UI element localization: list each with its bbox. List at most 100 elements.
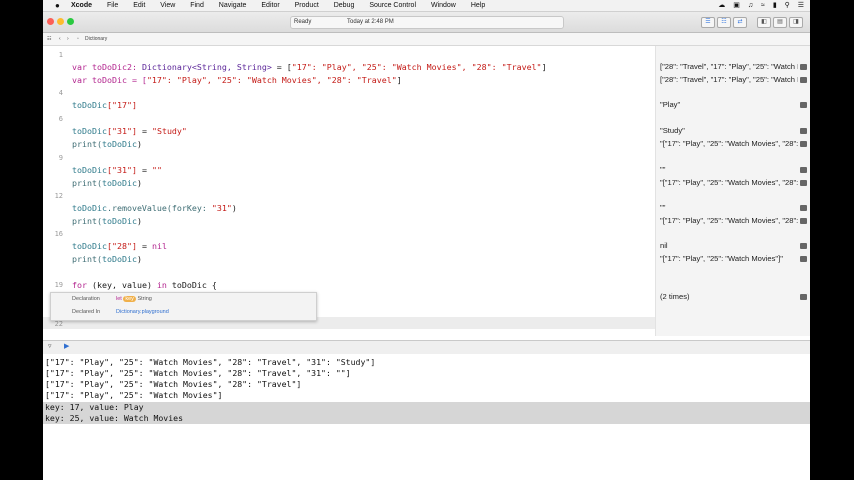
- quick-look-icon[interactable]: [800, 243, 807, 249]
- quick-look-icon[interactable]: [800, 294, 807, 300]
- related-items-icon[interactable]: ☷: [47, 33, 51, 45]
- activity-time: Today at 2:48 PM: [347, 19, 394, 25]
- zoom-window-button[interactable]: [67, 18, 74, 25]
- quick-look-icon[interactable]: [800, 141, 807, 147]
- code-line[interactable]: for (key, value) in toDoDic {: [72, 280, 217, 290]
- code-line[interactable]: print(toDoDic): [72, 216, 142, 226]
- quick-look-icon[interactable]: [800, 167, 807, 173]
- quick-look-icon[interactable]: [800, 218, 807, 224]
- result-value: "": [660, 165, 666, 174]
- declared-in-label: Declared In: [72, 309, 101, 315]
- line-number: 1: [58, 51, 63, 59]
- code-token: ["28"]: [106, 241, 137, 251]
- standard-editor-button[interactable]: ☰: [701, 17, 715, 28]
- code-token: toDoDic: [101, 178, 137, 188]
- code-token: "Study": [151, 126, 187, 136]
- menu-product[interactable]: Product: [295, 2, 319, 9]
- volume-icon[interactable]: ♫: [748, 2, 753, 9]
- code-line[interactable]: var toDoDic2: Dictionary<String, String>…: [72, 62, 547, 72]
- menu-help[interactable]: Help: [471, 2, 485, 9]
- menu-edit[interactable]: Edit: [133, 2, 145, 9]
- code-token: .removeValue(forKey:: [106, 203, 212, 213]
- quick-look-icon[interactable]: [800, 205, 807, 211]
- result-value: nil: [660, 241, 668, 250]
- code-line[interactable]: var toDoDic = ["17": "Play", "25": "Watc…: [72, 75, 402, 85]
- result-value: "": [660, 203, 666, 212]
- code-token: ): [136, 254, 142, 264]
- quick-look-icon[interactable]: [800, 180, 807, 186]
- line-number: 16: [54, 230, 63, 238]
- run-playground-icon[interactable]: ▶: [64, 342, 69, 350]
- apple-menu-icon[interactable]: ●: [55, 0, 60, 11]
- line-number: 6: [58, 115, 63, 123]
- version-editor-button[interactable]: ⇄: [733, 17, 747, 28]
- code-token: toDoDic: [72, 165, 107, 175]
- cloud-icon[interactable]: ☁: [718, 2, 725, 9]
- search-icon[interactable]: ⚲: [785, 2, 790, 9]
- code-token: ]: [541, 62, 547, 72]
- back-icon[interactable]: ‹: [59, 33, 61, 45]
- code-token: "": [151, 165, 162, 175]
- code-line[interactable]: toDoDic.removeValue(forKey: "31"): [72, 203, 237, 213]
- menu-file[interactable]: File: [107, 2, 118, 9]
- menu-xcode[interactable]: Xcode: [71, 2, 92, 9]
- menu-source-control[interactable]: Source Control: [369, 2, 416, 9]
- code-token: ): [136, 216, 142, 226]
- menu-find[interactable]: Find: [190, 2, 204, 9]
- forward-icon[interactable]: ›: [67, 33, 69, 45]
- code-token: toDoDic {: [166, 280, 217, 290]
- code-token: ["31"]: [106, 165, 137, 175]
- line-number: 22: [54, 320, 63, 328]
- code-token: =: [136, 241, 152, 251]
- quick-look-icon[interactable]: [800, 102, 807, 108]
- code-line[interactable]: print(toDoDic): [72, 178, 142, 188]
- code-line[interactable]: toDoDic["31"] = "Study": [72, 126, 187, 136]
- code-token: =: [136, 126, 152, 136]
- code-line[interactable]: toDoDic["31"] = "": [72, 165, 162, 175]
- activity-status: Ready: [294, 19, 312, 25]
- quick-look-icon[interactable]: [800, 77, 807, 83]
- result-value: ["28": "Travel", "17": "Play", "25": "Wa…: [660, 75, 798, 84]
- menu-view[interactable]: View: [160, 2, 175, 9]
- menu-editor[interactable]: Editor: [261, 2, 279, 9]
- result-value: "Play": [660, 100, 681, 109]
- menu-navigate[interactable]: Navigate: [219, 2, 247, 9]
- code-token: ["17"]: [106, 100, 137, 110]
- battery-icon[interactable]: ▮: [773, 2, 777, 9]
- notification-center-icon[interactable]: ☰: [798, 2, 804, 9]
- minimize-window-button[interactable]: [57, 18, 64, 25]
- code-line[interactable]: print(toDoDic): [72, 254, 142, 264]
- code-token: ]: [396, 75, 402, 85]
- code-token: print(: [72, 254, 102, 264]
- menu-window[interactable]: Window: [431, 2, 456, 9]
- code-token: = [: [271, 62, 292, 72]
- screen-icon[interactable]: ▣: [733, 2, 740, 9]
- navigator-toggle-button[interactable]: ◧: [757, 17, 771, 28]
- declared-in-link[interactable]: Dictionary.playground: [116, 309, 169, 315]
- quick-look-icon[interactable]: [800, 256, 807, 262]
- console-line: ["17": "Play", "25": "Watch Movies", "28…: [45, 357, 376, 367]
- assistant-editor-button[interactable]: ☷: [717, 17, 731, 28]
- code-token: for: [72, 280, 87, 290]
- code-token: ): [136, 178, 142, 188]
- result-value: ["28": "Travel", "17": "Play", "25": "Wa…: [660, 62, 798, 71]
- code-line[interactable]: print(toDoDic): [72, 139, 142, 149]
- debug-area-toggle-button[interactable]: ▤: [773, 17, 787, 28]
- console-output[interactable]: ["17": "Play", "25": "Watch Movies", "28…: [43, 354, 810, 480]
- code-line[interactable]: toDoDic["17"]: [72, 100, 137, 110]
- activity-viewer: Ready Today at 2:48 PM: [290, 16, 564, 29]
- code-token: nil: [151, 241, 167, 251]
- console-line: ["17": "Play", "25": "Watch Movies", "28…: [45, 379, 302, 389]
- result-value: "Study": [660, 126, 685, 135]
- result-value: "["17": "Play", "25": "Watch Movies"]": [660, 254, 783, 263]
- menu-debug[interactable]: Debug: [334, 2, 355, 9]
- utilities-toggle-button[interactable]: ◨: [789, 17, 803, 28]
- quick-look-icon[interactable]: [800, 64, 807, 70]
- wifi-icon[interactable]: ≈: [761, 2, 765, 9]
- quick-look-icon[interactable]: [800, 128, 807, 134]
- jump-bar-file[interactable]: Dictionary: [85, 33, 107, 45]
- hide-debug-area-icon[interactable]: ▿: [48, 342, 52, 350]
- code-token: print(: [72, 139, 102, 149]
- close-window-button[interactable]: [47, 18, 54, 25]
- code-line[interactable]: toDoDic["28"] = nil: [72, 241, 167, 251]
